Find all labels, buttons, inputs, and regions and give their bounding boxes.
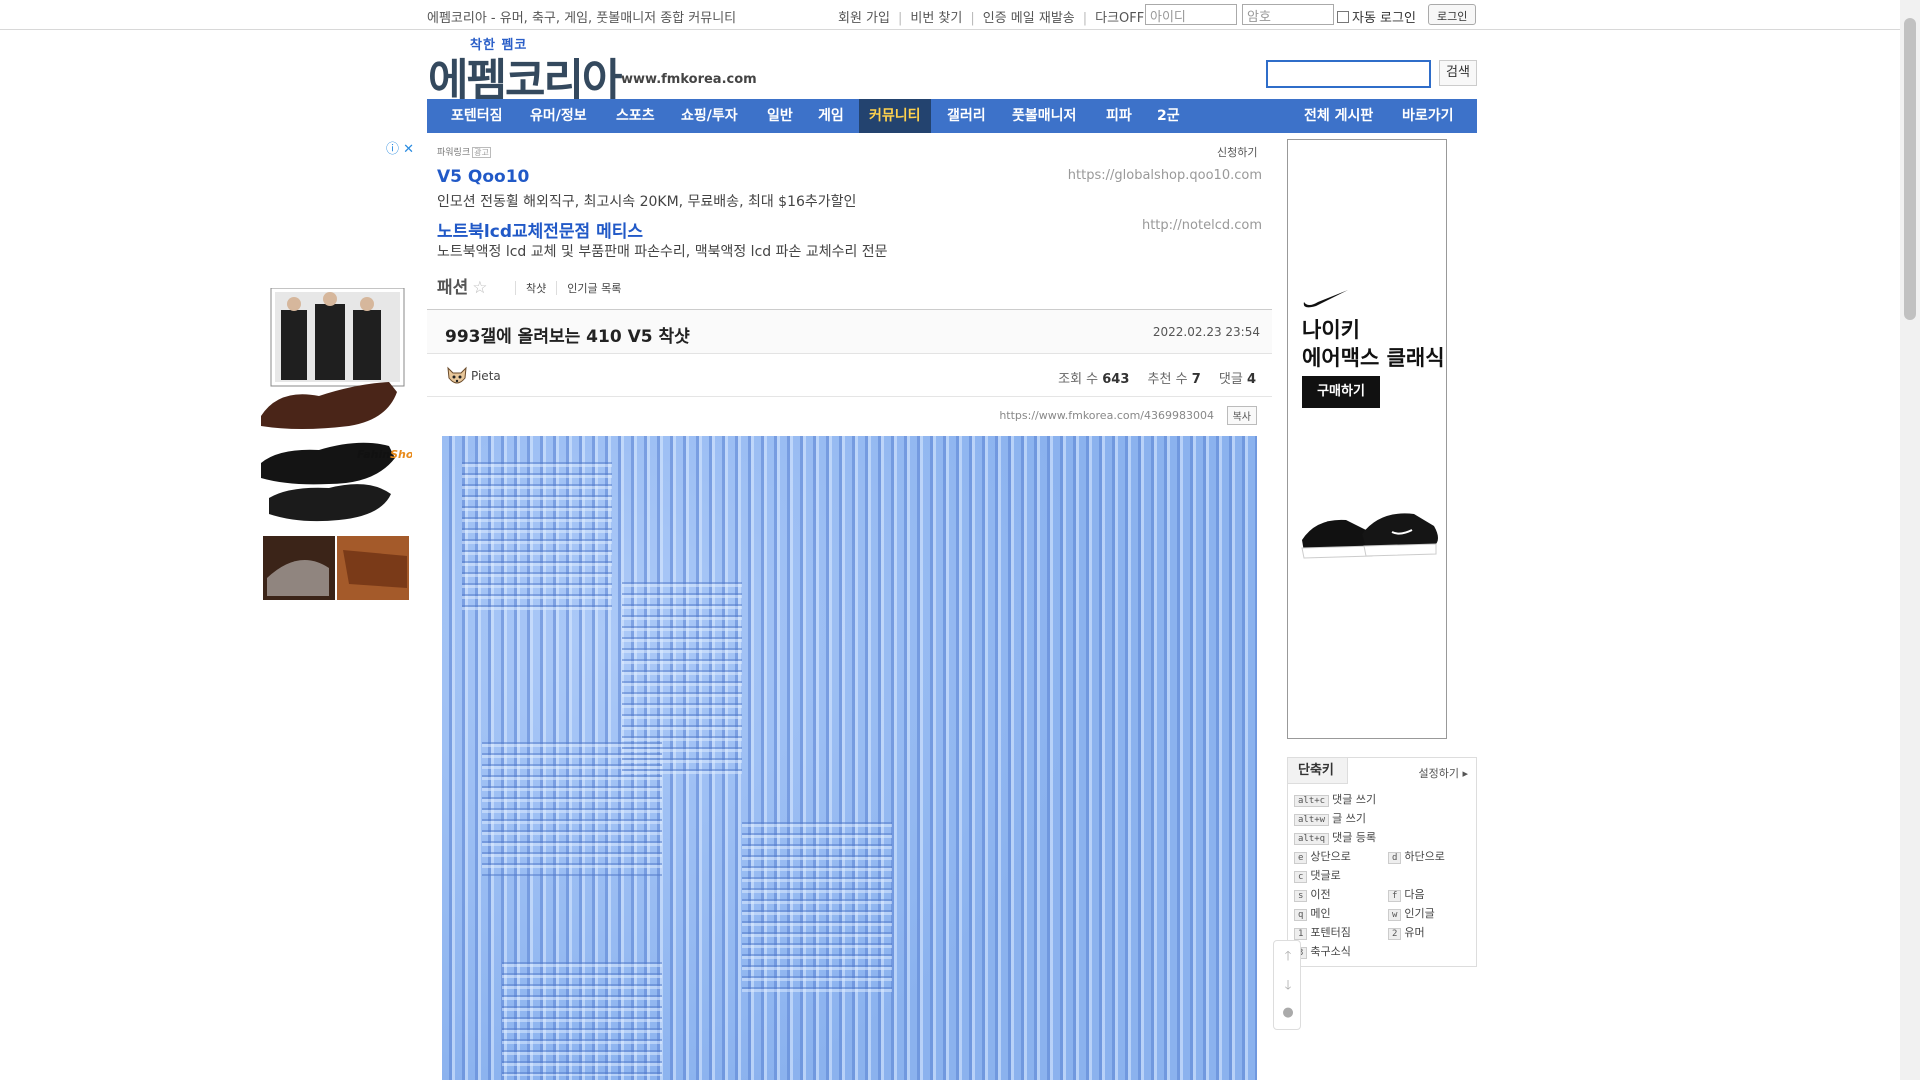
nav-item-poten[interactable]: 포텐터짐 — [451, 99, 503, 133]
shortcuts-settings-link[interactable]: 설정하기 ▸ — [1418, 765, 1468, 781]
search-input[interactable] — [1266, 60, 1431, 88]
views-label: 조회 수 — [1058, 372, 1099, 387]
shortcut-item: c 댓글로 — [1294, 867, 1341, 883]
nav-item-general[interactable]: 일반 — [767, 99, 793, 133]
ad-tag: 광고 — [472, 147, 491, 158]
comment-icon[interactable]: ● — [1274, 1005, 1302, 1020]
search-button[interactable]: 검색 — [1439, 60, 1477, 86]
ad-url[interactable]: https://globalshop.qoo10.com — [1068, 168, 1262, 183]
shortcut-item: 3축구소식 — [1294, 943, 1351, 959]
autologin-label: 자동 로그인 — [1352, 11, 1416, 26]
autologin-checkbox[interactable]: 자동 로그인 — [1337, 7, 1416, 26]
ad-title[interactable]: 노트북lcd교체전문점 메티스 — [437, 217, 643, 242]
board-tabs: 착샷 인기글 목록 — [505, 280, 621, 296]
shortcut-item: w 인기글 — [1388, 905, 1435, 921]
nav-item-community[interactable]: 커뮤니티 — [859, 99, 931, 133]
post-title[interactable]: 993갤에 올려보는 410 V5 착샷 — [445, 322, 690, 347]
top-bar: 에펨코리아 - 유머, 축구, 게임, 풋볼매니저 종합 커뮤니티 회원 가입 |… — [0, 0, 1900, 30]
texture-block — [742, 816, 892, 996]
shortcut-item: alt+w 글 쓰기 — [1294, 810, 1366, 826]
password-input[interactable]: 암호 — [1242, 4, 1334, 25]
ad-brand: 나이키 — [1302, 318, 1360, 342]
nav-item-shopping[interactable]: 쇼핑/투자 — [681, 99, 738, 133]
nav-item-game[interactable]: 게임 — [818, 99, 844, 133]
shortcut-item: alt+q 댓글 등록 — [1294, 829, 1376, 845]
left-ad-banner[interactable]: FahinShop — [259, 287, 421, 603]
shoe-ad-image: FahinShop — [261, 287, 421, 600]
find-password-link[interactable]: 비번 찾기 — [910, 11, 962, 26]
shortcut-item: f 다음 — [1388, 886, 1425, 902]
caret-right-icon: ▸ — [1462, 767, 1468, 780]
copy-url-button[interactable]: 복사 — [1226, 406, 1257, 425]
top-links: 회원 가입 | 비번 찾기 | 인증 메일 재발송 | 다크OFF — [838, 11, 1145, 26]
sneaker-image — [1301, 513, 1438, 559]
texture-block — [502, 956, 662, 1076]
shortcut-item: 2 유머 — [1388, 924, 1425, 940]
main-nav: 포텐터짐 유머/정보 스포츠 쇼핑/투자 일반 게임 커뮤니티 갤러리 풋볼매니… — [427, 99, 1477, 133]
id-input[interactable]: 아이디 — [1145, 4, 1237, 25]
star-icon[interactable]: ☆ — [472, 278, 487, 298]
texture-block — [482, 736, 662, 876]
nav-item-sports[interactable]: 스포츠 — [616, 99, 655, 133]
nav-item-fm[interactable]: 풋볼매니저 — [1012, 99, 1076, 133]
comments-label: 댓글 — [1218, 372, 1243, 387]
site-logo[interactable]: 착한 펨코 에펨코리아 — [428, 34, 622, 106]
dark-mode-toggle[interactable]: 다크OFF — [1095, 11, 1144, 26]
board-category[interactable]: 패션 ☆ — [437, 273, 488, 298]
checkbox-icon[interactable] — [1337, 11, 1349, 23]
ad-description: 인모션 전동휠 해외직구, 최고시속 20KM, 무료배송, 최대 $16추가할… — [437, 194, 857, 210]
texture-block — [462, 456, 612, 616]
shortcut-item: 1 포텐터짐 — [1294, 924, 1351, 940]
floating-toolbar: 🡑 🡓 ● — [1273, 940, 1301, 1030]
signup-link[interactable]: 회원 가입 — [838, 11, 890, 26]
right-ad-banner[interactable]: 나이키 에어맥스 클래식 구매하기 — [1287, 139, 1447, 739]
tab-chakshot[interactable]: 착샷 — [526, 282, 546, 295]
nav-item-all-boards[interactable]: 전체 게시판 — [1304, 99, 1373, 133]
powerlink-label: 파워링크 광고 — [437, 147, 491, 158]
site-slogan: 에펨코리아 - 유머, 축구, 게임, 풋볼매니저 종합 커뮤니티 — [427, 11, 737, 26]
shortcut-item: d 하단으로 — [1388, 848, 1445, 864]
arrow-down-icon[interactable]: 🡓 — [1274, 976, 1302, 998]
page-scrollbar[interactable] — [1900, 0, 1920, 1080]
resend-auth-mail-link[interactable]: 인증 메일 재발송 — [983, 11, 1075, 26]
ad-product: 에어맥스 클래식 — [1302, 346, 1445, 370]
post-stats: 조회 수 643 추천 수 7 댓글 4 — [1058, 368, 1256, 387]
post-header: 993갤에 올려보는 410 V5 착샷 2022.02.23 23:54 — [427, 309, 1272, 354]
ad-apply-link[interactable]: 신청하기 — [1217, 144, 1257, 160]
post-date: 2022.02.23 23:54 — [1152, 325, 1260, 339]
nav-item-2gun[interactable]: 2군 — [1157, 99, 1180, 133]
arrow-up-icon[interactable]: 🡑 — [1274, 947, 1302, 969]
shortcuts-panel: 단축키 설정하기 ▸ alt+c 댓글 쓰기 alt+w 글 쓰기 alt+q 댓글 … — [1287, 757, 1477, 967]
tab-popular-list[interactable]: 인기글 목록 — [567, 282, 621, 295]
comments-count: 4 — [1246, 372, 1256, 387]
ad-title[interactable]: V5 Qoo10 — [437, 167, 529, 187]
author-name[interactable]: Pieta — [471, 369, 501, 383]
nav-item-humor[interactable]: 유머/정보 — [530, 99, 587, 133]
recommend-label: 추천 수 — [1147, 372, 1188, 387]
shortcuts-tab[interactable]: 단축키 — [1288, 758, 1348, 784]
shortcut-item: alt+c 댓글 쓰기 — [1294, 791, 1376, 807]
views-count: 643 — [1102, 372, 1130, 387]
fahinshop-logo: FahinShop — [357, 448, 412, 461]
avatar[interactable] — [445, 364, 469, 388]
shortcut-item: e 상단으로 — [1294, 848, 1351, 864]
ad-description: 노트북액정 lcd 교체 및 부품판매 파손수리, 맥북액정 lcd 파손 교체… — [437, 244, 888, 260]
recommend-count: 7 — [1191, 372, 1201, 387]
ad-info-icon[interactable]: ⓘ ✕ — [386, 138, 414, 157]
shortcut-item: s 이전 — [1294, 886, 1331, 902]
nav-item-shortcut[interactable]: 바로가기 — [1402, 99, 1454, 133]
post-url[interactable]: https://www.fmkorea.com/4369983004 — [999, 409, 1214, 422]
scrollbar-thumb[interactable] — [1904, 18, 1916, 320]
site-domain: www.fmkorea.com — [621, 72, 757, 87]
nav-item-fifa[interactable]: 피파 — [1106, 99, 1132, 133]
ad-url[interactable]: http://notelcd.com — [1142, 218, 1262, 233]
category-title: 패션 — [437, 278, 469, 298]
post-image[interactable] — [442, 436, 1257, 1080]
shortcut-item: q 메인 — [1294, 905, 1331, 921]
login-button[interactable]: 로그인 — [1428, 4, 1477, 25]
post-meta: Pieta 조회 수 643 추천 수 7 댓글 4 — [427, 354, 1272, 397]
nike-swoosh-icon — [1303, 290, 1348, 308]
buy-button[interactable]: 구매하기 — [1302, 376, 1380, 408]
nav-item-gallery[interactable]: 갤러리 — [947, 99, 986, 133]
